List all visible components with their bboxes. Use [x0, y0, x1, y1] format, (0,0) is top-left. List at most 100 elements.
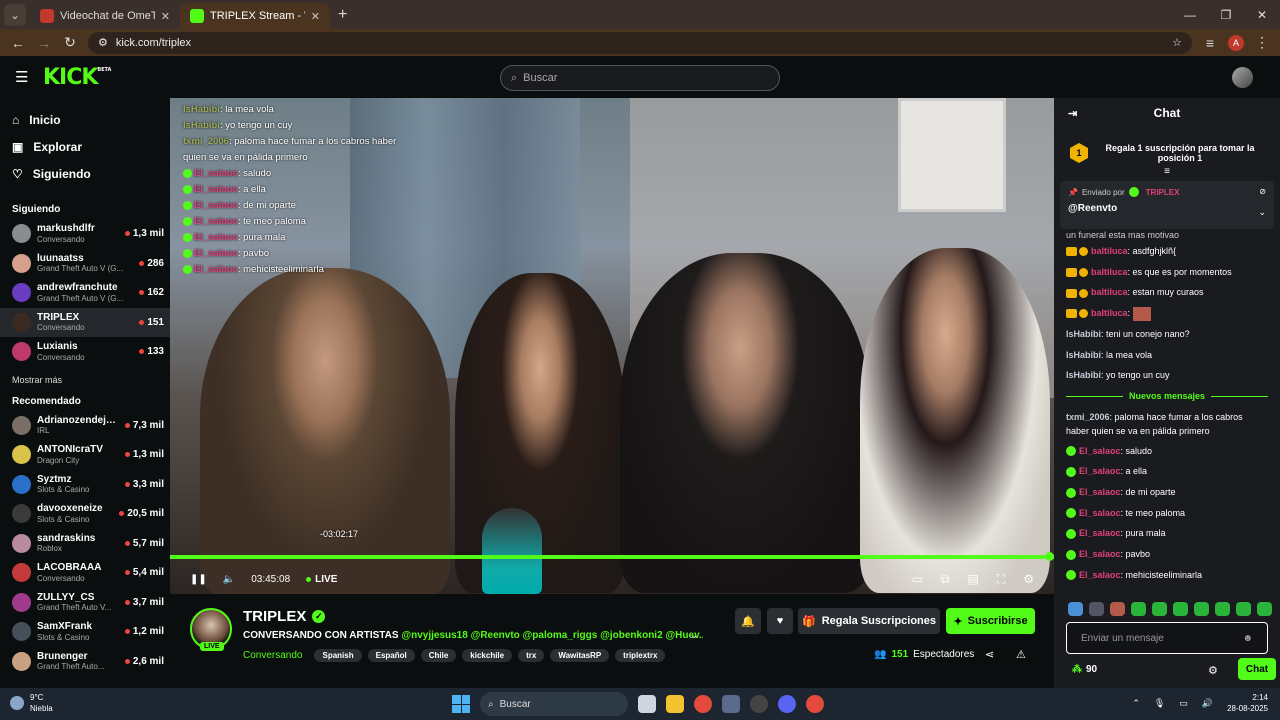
emote-icon[interactable]: [1236, 602, 1251, 616]
settings-gear-icon[interactable]: ⚙: [1023, 572, 1034, 587]
chat-settings-icon[interactable]: ⚙: [1208, 664, 1218, 677]
expand-pinned-chevron-icon[interactable]: ⌄: [1258, 207, 1266, 218]
send-chat-button[interactable]: Chat: [1238, 658, 1276, 680]
filter-icon[interactable]: ≡: [1054, 166, 1280, 177]
chat-username[interactable]: El_salaoc: [1079, 487, 1121, 497]
task-view-icon[interactable]: [638, 695, 656, 713]
chat-username[interactable]: txmi_2006: [1066, 412, 1110, 422]
video-player[interactable]: IsHabibi: la mea vola IsHabibi: yo tengo …: [170, 98, 1054, 594]
chat-username[interactable]: El_salaoc: [1079, 446, 1121, 456]
emote-icon[interactable]: [1089, 602, 1104, 616]
kick-logo[interactable]: KICK BETA: [43, 65, 111, 90]
profile-avatar[interactable]: A: [1228, 34, 1244, 51]
sidebar-channel-row[interactable]: andrewfranchute Grand Theft Auto V (G... 1…: [0, 278, 170, 308]
emote-icon[interactable]: [1257, 602, 1272, 616]
microphone-icon[interactable]: 🎙: [1154, 698, 1165, 709]
sidebar-channel-row[interactable]: davooxeneize Slots & Casino 20,5 mil: [0, 499, 170, 529]
hamburger-menu-icon[interactable]: ☰: [15, 68, 29, 86]
file-explorer-icon[interactable]: [666, 695, 684, 713]
hide-pin-icon[interactable]: ⊘: [1259, 187, 1266, 196]
emote-icon[interactable]: [1131, 602, 1146, 616]
chat-username[interactable]: El_salaoc: [1079, 466, 1121, 476]
back-arrow-icon[interactable]: ←: [10, 35, 26, 51]
sidebar-channel-row[interactable]: Adrianozendeja... IRL 7,3 mil: [0, 411, 170, 441]
chrome-icon[interactable]: [694, 695, 712, 713]
stream-tag[interactable]: trx: [518, 649, 545, 662]
pinned-message[interactable]: 📌 Enviado por TRIPLEX @Reenvto ⌄ ⊘: [1060, 181, 1274, 229]
sidebar-channel-row[interactable]: Luxianis Conversando 133: [0, 337, 170, 367]
speaker-icon[interactable]: 🔊: [1202, 698, 1213, 709]
stream-tag[interactable]: Español: [367, 649, 415, 662]
forward-arrow-icon[interactable]: →: [36, 35, 52, 51]
title-mentions[interactable]: @nvyjjesus18 @Reenvto @paloma_riggs @job…: [401, 630, 703, 641]
stream-tag[interactable]: WawitasRP: [550, 649, 610, 662]
minimize-icon[interactable]: —: [1172, 8, 1208, 22]
sidebar-channel-row[interactable]: SamXFrank Slots & Casino 1,2 mil: [0, 617, 170, 647]
sidebar-channel-row[interactable]: markushdlfr Conversando 1,3 mil: [0, 219, 170, 249]
chat-username[interactable]: IsHabibi: [1066, 350, 1101, 360]
fullscreen-icon[interactable]: ⛶: [997, 572, 1005, 587]
chat-username[interactable]: El_salaoc: [1079, 549, 1121, 559]
sidebar-channel-row[interactable]: sandraskins Roblox 5,7 mil: [0, 529, 170, 559]
steam-icon[interactable]: [750, 695, 768, 713]
progress-knob[interactable]: [1045, 552, 1054, 561]
emote-icon[interactable]: [1215, 602, 1230, 616]
sidebar-channel-row[interactable]: Brunenger Grand Theft Auto... 2,6 mil: [0, 647, 170, 677]
reload-icon[interactable]: ↻: [62, 34, 78, 51]
chat-username[interactable]: baltiluca: [1091, 308, 1128, 318]
bookmark-star-icon[interactable]: ☆: [1172, 36, 1182, 49]
chat-username[interactable]: baltiluca: [1091, 267, 1128, 277]
chrome-active-icon[interactable]: [806, 695, 824, 713]
sidebar-channel-row[interactable]: ZULLYY_CS Grand Theft Auto V... 3,7 mil: [0, 588, 170, 618]
close-window-icon[interactable]: ✕: [1244, 8, 1280, 22]
emoji-picker-icon[interactable]: ☻: [1242, 633, 1253, 644]
sidebar-channel-row[interactable]: ANTONIcraTV Dragon City 1,3 mil: [0, 440, 170, 470]
follow-heart-icon[interactable]: ♥: [767, 608, 793, 634]
emote-icon[interactable]: [1068, 602, 1083, 616]
tab-search-icon[interactable]: ⌄: [4, 4, 26, 26]
stream-tag[interactable]: Spanish: [314, 649, 362, 662]
pip-icon[interactable]: ▭: [912, 572, 923, 587]
chat-message-input[interactable]: Enviar un mensaje ☻: [1066, 622, 1268, 654]
category-link[interactable]: Conversando: [243, 650, 302, 661]
pause-icon[interactable]: ❚❚: [190, 574, 207, 585]
stream-tag[interactable]: Chile: [420, 649, 457, 662]
channel-name[interactable]: TRIPLEX ✓: [243, 608, 326, 625]
notification-bell-icon[interactable]: 🔔: [735, 608, 761, 634]
site-info-icon[interactable]: ⚙: [98, 36, 108, 49]
chat-username[interactable]: IsHabibi: [1066, 370, 1101, 380]
sidebar-channel-row[interactable]: LACOBRAAA Conversando 5,4 mil: [0, 558, 170, 588]
restore-icon[interactable]: ❐: [1208, 8, 1244, 22]
clock[interactable]: 2:14 28-08-2025: [1227, 692, 1268, 714]
tab-close-icon[interactable]: ✕: [311, 10, 320, 23]
windows-start-icon[interactable]: [452, 695, 470, 713]
stream-tag[interactable]: triplextrx: [615, 649, 666, 662]
tab-ometv[interactable]: Videochat de OmeTV: uno a ✕: [30, 3, 180, 29]
app-icon[interactable]: [722, 695, 740, 713]
sidebar-channel-row[interactable]: luunaatss Grand Theft Auto V (G... 286: [0, 249, 170, 279]
user-avatar[interactable]: [1232, 67, 1253, 88]
network-icon[interactable]: ▭: [1179, 698, 1188, 709]
emote-icon[interactable]: [1173, 602, 1188, 616]
chat-username[interactable]: baltiluca: [1091, 246, 1128, 256]
sidebar-nav-inicio[interactable]: ⌂ Inicio: [0, 106, 170, 133]
taskbar-search-input[interactable]: ⌕ Buscar: [480, 692, 628, 716]
share-icon[interactable]: ⋖: [985, 648, 994, 661]
emote-icon[interactable]: [1152, 602, 1167, 616]
collapse-chat-icon[interactable]: ⇥: [1068, 107, 1077, 120]
emote-icon[interactable]: [1110, 602, 1125, 616]
sidebar-channel-row[interactable]: Syztmz Slots & Casino 3,3 mil: [0, 470, 170, 500]
menu-dots-icon[interactable]: ⋮: [1254, 34, 1270, 51]
emote-icon[interactable]: [1194, 602, 1209, 616]
discord-icon[interactable]: [778, 695, 796, 713]
chat-username[interactable]: El_salaoc: [1079, 528, 1121, 538]
tab-close-icon[interactable]: ✕: [161, 10, 170, 23]
search-input[interactable]: ⌕ Buscar: [500, 65, 780, 91]
gift-subs-button[interactable]: 🎁 Regala Suscripciones: [798, 608, 940, 634]
report-warning-icon[interactable]: ⚠: [1016, 648, 1026, 661]
channel-points[interactable]: ⁂ 90: [1072, 664, 1097, 675]
sidebar-nav-explorar[interactable]: ▣ Explorar: [0, 133, 170, 160]
url-field[interactable]: ⚙ kick.com/triplex ☆: [88, 31, 1192, 54]
subscribe-button[interactable]: ✦ Suscribirse: [946, 608, 1035, 634]
media-icon[interactable]: ≡: [1202, 35, 1218, 51]
